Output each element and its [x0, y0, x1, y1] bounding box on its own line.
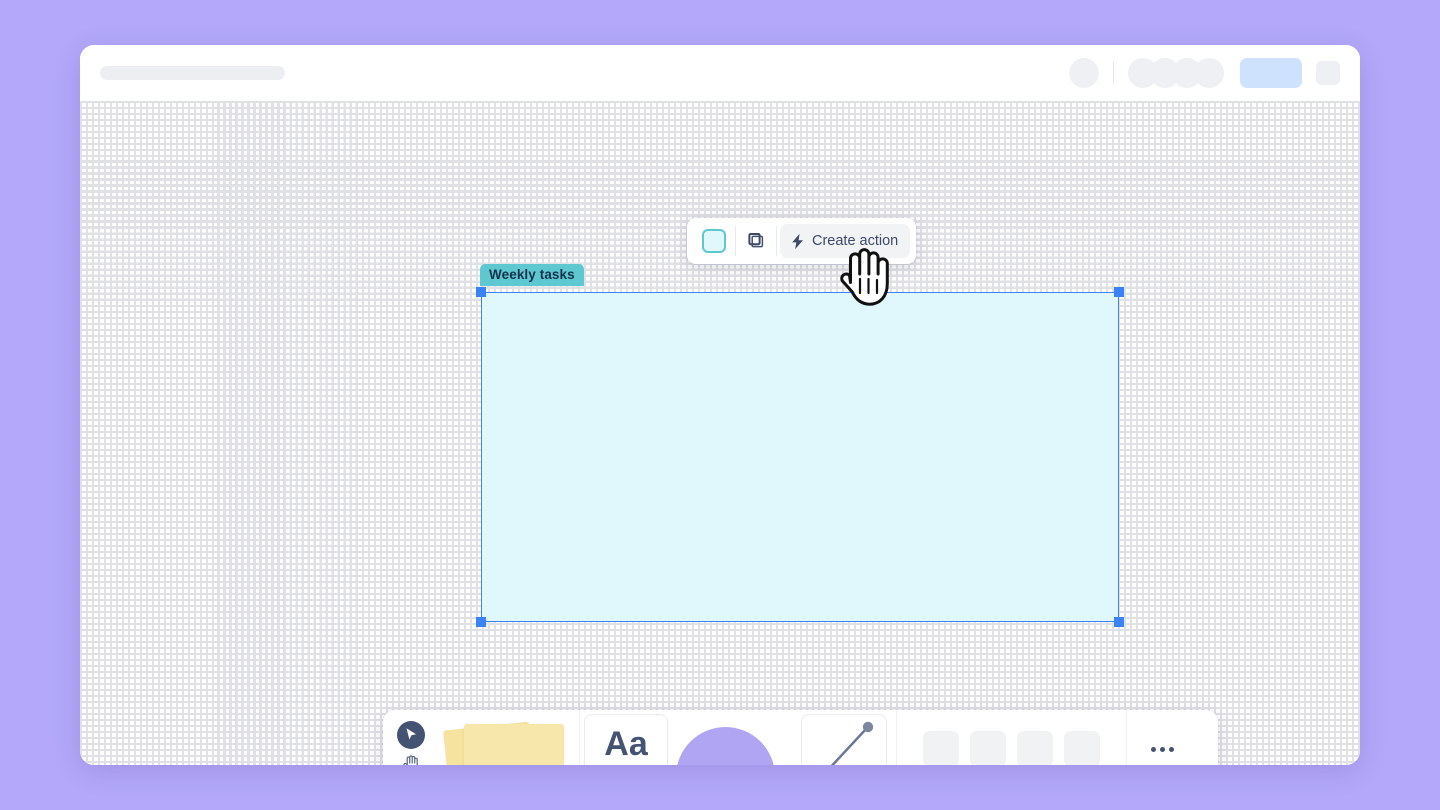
- avatar[interactable]: [1194, 58, 1224, 88]
- text-tool[interactable]: Aa: [580, 710, 672, 765]
- create-action-button[interactable]: Create action: [780, 224, 911, 258]
- more-tools-button[interactable]: [1127, 710, 1197, 765]
- connector-tool-card: [801, 714, 887, 765]
- pan-tool[interactable]: [402, 753, 421, 765]
- tool-placeholder[interactable]: [1017, 731, 1053, 765]
- create-action-label: Create action: [812, 233, 899, 249]
- line-connector-icon: [830, 721, 874, 765]
- lightning-bolt-icon: [792, 233, 803, 249]
- toolbar-divider: [776, 226, 777, 256]
- shape-tool[interactable]: [672, 710, 792, 765]
- layers-icon: [748, 233, 764, 248]
- dot: [1150, 746, 1156, 752]
- text-aa-icon: Aa: [604, 724, 648, 763]
- connector-tool[interactable]: [792, 710, 896, 765]
- tool-dock: Aa: [383, 710, 1218, 765]
- document-title-placeholder[interactable]: [100, 66, 285, 80]
- dot: [1168, 746, 1174, 752]
- toolbar-divider: [735, 226, 736, 256]
- cursor-arrow-icon: [406, 728, 416, 740]
- app-header: [80, 45, 1360, 101]
- text-tool-card: Aa: [584, 714, 668, 765]
- overflow-menu-button[interactable]: [1316, 61, 1340, 85]
- tool-placeholder[interactable]: [923, 731, 959, 765]
- select-tool[interactable]: [397, 720, 425, 749]
- circle-shape-icon: [676, 727, 775, 765]
- collaborator-avatars: [1128, 58, 1224, 88]
- hand-icon: [402, 754, 418, 765]
- sticky-note-front: [464, 724, 564, 765]
- extra-tools-group: [897, 731, 1126, 765]
- header-divider: [1113, 62, 1114, 84]
- tool-placeholder[interactable]: [1064, 731, 1100, 765]
- selected-frame[interactable]: [481, 292, 1119, 622]
- text-underline-bar: [597, 764, 655, 765]
- resize-handle-bottom-left[interactable]: [476, 617, 486, 627]
- sticky-note-tool[interactable]: [439, 710, 579, 765]
- resize-handle-top-left[interactable]: [476, 287, 486, 297]
- share-button[interactable]: [1240, 58, 1302, 88]
- duplicate-button[interactable]: [738, 224, 774, 258]
- app-window: Weekly tasks Create action Aa: [80, 45, 1360, 765]
- selection-context-toolbar: Create action: [687, 218, 917, 264]
- header-avatar-self[interactable]: [1069, 58, 1099, 88]
- select-and-pan-group: [383, 710, 439, 765]
- dot: [1159, 746, 1165, 752]
- resize-handle-top-right[interactable]: [1114, 287, 1124, 297]
- resize-handle-bottom-right[interactable]: [1114, 617, 1124, 627]
- frame-label[interactable]: Weekly tasks: [480, 264, 584, 286]
- fill-color-swatch[interactable]: [702, 229, 726, 253]
- header-actions: [1069, 58, 1340, 88]
- tool-placeholder[interactable]: [970, 731, 1006, 765]
